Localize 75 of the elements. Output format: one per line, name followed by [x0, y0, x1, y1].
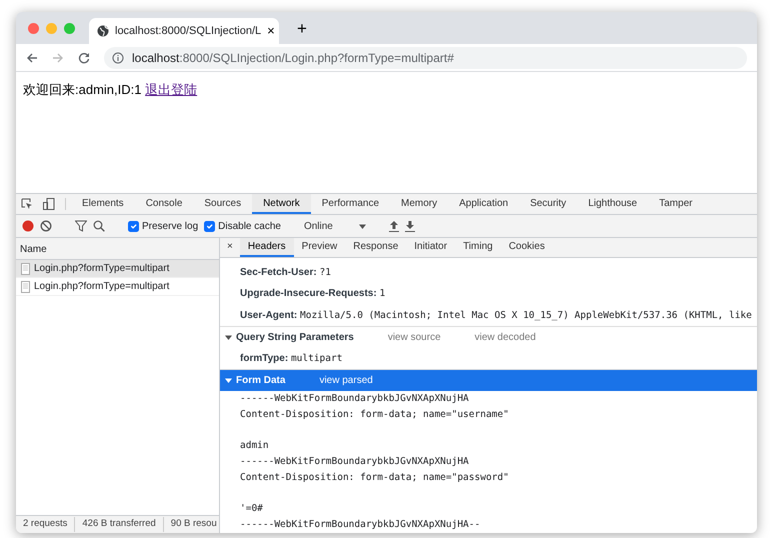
search-icon[interactable]	[93, 220, 105, 232]
record-icon[interactable]	[22, 220, 34, 232]
devtools-tab[interactable]: Performance	[310, 194, 390, 214]
globe-icon	[97, 25, 109, 37]
devtools-tab[interactable]: Network	[252, 194, 311, 214]
caret-icon	[358, 222, 366, 230]
download-icon[interactable]	[404, 220, 415, 232]
logout-link[interactable]: 退出登陆	[145, 82, 198, 97]
checkbox[interactable]	[204, 220, 216, 232]
request-row[interactable]: Login.php?formType=multipart	[16, 260, 219, 278]
browser-tab[interactable]: localhost:8000/SQLInjection/L ×	[89, 18, 279, 44]
checkbox-label: Disable cache	[218, 220, 281, 234]
header-name: User-Agent:	[240, 310, 298, 320]
form-data-line: ------WebKitFormBoundarybkbJGvNXApXNujHA	[239, 392, 470, 406]
document-icon	[21, 280, 30, 292]
devtools-tab[interactable]: Console	[134, 194, 194, 214]
section-header[interactable]: Form Data view parsed	[220, 369, 757, 391]
header-value: Mozilla/5.0 (Macintosh; Intel Mac OS X 10_15_7) AppleWebKit/537.36 (KHTML, like	[300, 310, 752, 320]
document-icon	[21, 262, 30, 274]
header-value: 1	[379, 288, 386, 300]
info-icon	[112, 52, 124, 64]
column-header: Name	[20, 244, 47, 255]
filter-icon[interactable]	[75, 220, 87, 232]
header-name: formType:	[240, 352, 288, 364]
address-bar[interactable]: localhost:8000/SQLInjection/Login.php?formType=multipart#	[104, 46, 747, 68]
devtools-tab[interactable]: Lighthouse	[577, 194, 648, 214]
close-button[interactable]: ×	[267, 21, 275, 41]
detail-tab[interactable]: Response	[345, 238, 406, 257]
devtools-tab[interactable]: Security	[519, 194, 578, 214]
devtools-tab[interactable]: Tamper	[648, 194, 704, 214]
form-data-line: admin	[239, 439, 270, 453]
caret-icon	[225, 334, 232, 341]
section-header[interactable]: Query String Parameters view source view decoded	[220, 326, 757, 348]
detail-tab[interactable]: Headers	[240, 238, 294, 257]
view-link[interactable]: view decoded	[474, 330, 536, 345]
checkbox-label: Preserve log	[142, 220, 198, 234]
header-value: ?1	[319, 267, 331, 278]
form-data-line: '=0#	[239, 502, 264, 516]
devtools-tab[interactable]: Sources	[193, 194, 252, 214]
header-value: multipart	[290, 352, 342, 364]
view-link[interactable]: view parsed	[319, 373, 373, 388]
back-icon[interactable]	[26, 52, 38, 64]
detail-tab[interactable]: Cookies	[500, 238, 553, 257]
throttling-dropdown[interactable]: Online	[304, 218, 366, 234]
header-name: Sec-Fetch-User:	[240, 267, 317, 278]
header-name: Upgrade-Insecure-Requests:	[240, 288, 377, 300]
form-data-line: Content-Disposition: form-data; name="password"	[239, 471, 510, 485]
detail-tab[interactable]: Preview	[294, 238, 346, 257]
devtools-tab[interactable]: Elements	[71, 194, 135, 214]
status-text: 2 requests	[16, 517, 76, 532]
status-text: 90 B resou	[164, 517, 219, 532]
tab-title: localhost:8000/SQLInjection/L	[115, 24, 262, 39]
devtools-tab[interactable]: Application	[448, 194, 520, 214]
reload-icon[interactable]	[78, 52, 90, 64]
inspect-icon[interactable]	[21, 198, 33, 210]
form-data-line: Content-Disposition: form-data; name="username"	[239, 408, 510, 422]
section-title: Query String Parameters	[236, 330, 354, 345]
devtools-tab[interactable]: Memory	[390, 194, 448, 214]
detail-tab[interactable]: Initiator	[406, 238, 456, 257]
device-icon[interactable]	[43, 198, 55, 210]
close-button[interactable]: ×	[220, 238, 240, 257]
view-link[interactable]: view source	[388, 330, 441, 345]
clear-icon[interactable]	[40, 220, 52, 232]
caret-icon	[225, 377, 232, 384]
detail-tab[interactable]: Timing	[455, 238, 501, 257]
form-data-line: ------WebKitFormBoundarybkbJGvNXApXNujHA	[239, 455, 470, 469]
form-data-line: ------WebKitFormBoundarybkbJGvNXApXNujHA--	[239, 518, 482, 532]
url-text: localhost:8000/SQLInjection/Login.php?formType=multipart#	[132, 50, 454, 66]
section-title: Form Data	[236, 374, 286, 388]
greeting-text: 欢迎回来:admin,ID:1	[23, 82, 142, 97]
request-row[interactable]: Login.php?formType=multipart	[16, 278, 219, 296]
status-text: 426 B transferred	[75, 517, 164, 532]
checkbox[interactable]	[128, 220, 139, 232]
upload-icon[interactable]	[388, 220, 399, 232]
new-tab-button[interactable]: +	[293, 20, 311, 36]
